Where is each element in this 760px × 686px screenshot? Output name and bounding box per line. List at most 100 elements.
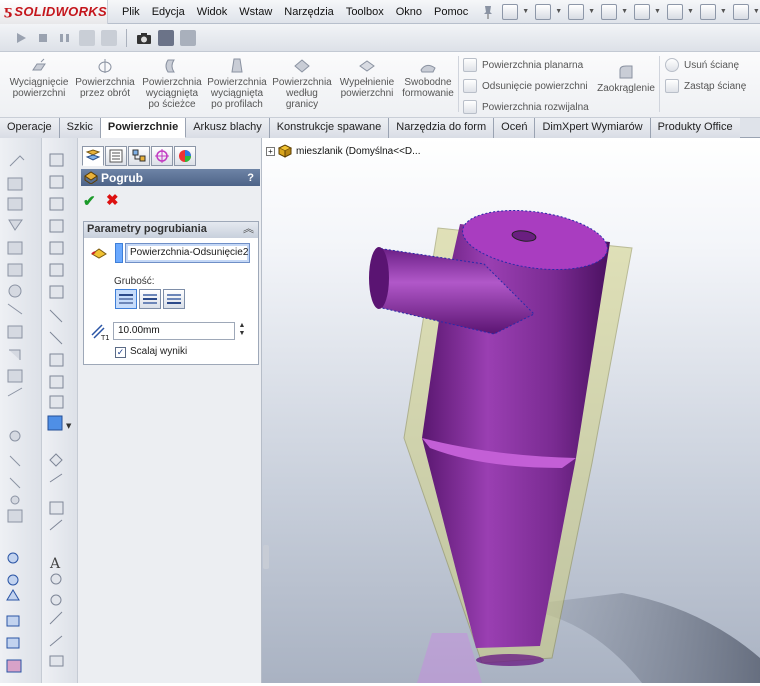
tab-narzedzia-do-form[interactable]: Narzędzia do form	[389, 118, 495, 138]
play-macro-icon[interactable]	[13, 30, 29, 46]
configuration-icon	[132, 149, 146, 162]
revolved-surface-button[interactable]: Powierzchnia przez obrót	[74, 58, 136, 99]
lofted-surface-icon	[231, 58, 243, 73]
line-icon	[167, 302, 181, 304]
thickness-input[interactable]: 10.00mm	[113, 322, 235, 340]
tab-konstrukcje-spawane[interactable]: Konstrukcje spawane	[269, 118, 390, 138]
open-folder-icon[interactable]	[535, 3, 552, 20]
swept-surface-button[interactable]: Powierzchnia wyciągnięta po ścieżce	[140, 58, 204, 110]
filled-surface-button[interactable]: Wypełnienie powierzchni	[336, 58, 398, 99]
chevron-down-icon[interactable]: ▼	[720, 8, 727, 15]
undo-icon[interactable]	[634, 3, 651, 20]
tab-operacje[interactable]: Operacje	[0, 118, 60, 138]
save-icon[interactable]	[568, 3, 585, 20]
record-video-icon[interactable]	[158, 29, 174, 46]
menu-pomoc[interactable]: Pomoc	[428, 1, 474, 23]
menu-toolbox[interactable]: Toolbox	[340, 1, 390, 23]
menu-widok[interactable]: Widok	[191, 1, 234, 23]
chevron-down-icon[interactable]: ▼	[555, 8, 562, 15]
quick-access-toolbar: ▼ ▼ ▼ ▼ ▼ ▼ ▼ ▼	[478, 3, 760, 20]
menu-edycja[interactable]: Edycja	[146, 1, 191, 23]
rebuild-icon[interactable]	[699, 3, 716, 20]
menu-plik[interactable]: Plik	[116, 1, 146, 23]
tab-ocen[interactable]: Oceń	[494, 118, 536, 138]
group-header[interactable]: Parametry pogrubiania ︽	[84, 222, 258, 238]
ok-button[interactable]: ✔	[83, 192, 96, 210]
svg-text:▼: ▼	[66, 422, 72, 430]
line-icon	[119, 302, 133, 304]
options-icon[interactable]	[732, 3, 749, 20]
thicken-parameters-group: Parametry pogrubiania ︽ Powierzchnia-Ods…	[83, 221, 259, 365]
toolbar-separator	[126, 28, 127, 47]
tab-produkty-office[interactable]: Produkty Office	[650, 118, 740, 138]
ribbon-label: Powierzchnia	[207, 77, 267, 88]
lofted-surface-button[interactable]: Powierzchnia wyciągnięta po profilach	[205, 58, 269, 110]
extruded-surface-button[interactable]: Wyciągnięcie powierzchni	[8, 58, 70, 99]
ribbon-label: przez obrót	[79, 88, 131, 99]
chevron-down-icon[interactable]: ▼	[753, 8, 760, 15]
line-icon	[167, 294, 181, 296]
thickness-spinner[interactable]: ▲ ▼	[237, 322, 247, 340]
face-selection-box[interactable]: Powierzchnia-Odsunięcie2	[125, 243, 250, 263]
offset-surface-button[interactable]: Odsunięcie powierzchni	[463, 79, 588, 93]
stop-macro-icon[interactable]	[35, 30, 51, 46]
chevron-down-icon[interactable]: ▼	[522, 8, 529, 15]
spin-down-icon[interactable]: ▼	[237, 330, 247, 338]
delete-face-icon	[665, 58, 679, 72]
display-manager-tab[interactable]	[174, 146, 196, 166]
panel-resize-handle[interactable]	[263, 545, 269, 569]
menu-narzedzia[interactable]: Narzędzia	[278, 1, 340, 23]
freeform-button[interactable]: Swobodne formowanie	[400, 58, 456, 99]
dimxpert-manager-tab[interactable]	[151, 146, 173, 166]
ribbon-label: powierzchni	[12, 88, 66, 99]
select-pointer-icon[interactable]	[666, 3, 683, 20]
camera-icon[interactable]	[136, 30, 152, 46]
tab-powierzchnie[interactable]: Powierzchnie	[100, 118, 187, 138]
sketch-tools-icon	[6, 155, 25, 673]
offset-surface-icon	[463, 79, 477, 93]
spin-up-icon[interactable]: ▲	[237, 322, 247, 330]
menu-wstaw[interactable]: Wstaw	[233, 1, 278, 23]
planar-surface-icon	[463, 58, 477, 72]
graphics-area[interactable]: + mieszlanik (Domyślna<<D...	[262, 138, 760, 683]
help-button[interactable]: ?	[247, 172, 254, 184]
collapse-icon[interactable]: ︽	[243, 222, 254, 238]
planar-surface-button[interactable]: Powierzchnia planarna	[463, 58, 583, 72]
tab-dimxpert[interactable]: DimXpert Wymiarów	[535, 118, 651, 138]
edit-macro-icon[interactable]	[101, 29, 117, 46]
media-options-icon[interactable]	[180, 29, 196, 46]
print-icon[interactable]	[601, 3, 618, 20]
group-title: Parametry pogrubiania	[87, 223, 207, 235]
property-manager-tab[interactable]	[105, 146, 127, 166]
cancel-button[interactable]: ✖	[106, 191, 119, 209]
feature-manager-tab[interactable]	[82, 146, 104, 166]
title-menu-bar: ƽ SOLIDWORKS Plik Edycja Widok Wstaw Nar…	[0, 0, 760, 24]
solidworks-logo[interactable]: ƽ SOLIDWORKS	[0, 0, 108, 24]
thicken-side-2-button[interactable]	[163, 289, 185, 309]
thicken-both-sides-button[interactable]	[139, 289, 161, 309]
configuration-manager-tab[interactable]	[128, 146, 150, 166]
property-manager-title: Pogrub	[101, 170, 143, 185]
menu-okno[interactable]: Okno	[390, 1, 428, 23]
pause-macro-icon[interactable]	[57, 30, 73, 46]
new-macro-icon[interactable]	[79, 29, 95, 46]
tab-szkic[interactable]: Szkic	[59, 118, 101, 138]
property-list-icon	[109, 149, 123, 163]
new-document-icon[interactable]	[502, 3, 519, 20]
chevron-down-icon[interactable]: ▼	[588, 8, 595, 15]
delete-face-button[interactable]: Usuń ścianę	[665, 58, 739, 72]
thicken-side-1-button[interactable]	[115, 289, 137, 309]
chevron-down-icon[interactable]: ▼	[621, 8, 628, 15]
display-manager-icon	[179, 150, 191, 162]
command-manager-tabs: Operacje Szkic Powierzchnie Arkusz blach…	[0, 118, 760, 138]
tab-arkusz-blachy[interactable]: Arkusz blachy	[186, 118, 270, 138]
ruled-surface-button[interactable]: Powierzchnia rozwijalna	[463, 100, 589, 114]
replace-face-button[interactable]: Zastąp ścianę	[665, 79, 746, 93]
chevron-down-icon[interactable]: ▼	[687, 8, 694, 15]
thickness-label: Grubość:	[114, 276, 155, 287]
pin-icon[interactable]	[482, 4, 494, 20]
boundary-surface-button[interactable]: Powierzchnia według granicy	[270, 58, 334, 110]
merge-results-checkbox[interactable]: ✓	[115, 347, 126, 358]
fillet-button[interactable]: Zaokrąglenie	[594, 64, 658, 94]
chevron-down-icon[interactable]: ▼	[654, 8, 661, 15]
